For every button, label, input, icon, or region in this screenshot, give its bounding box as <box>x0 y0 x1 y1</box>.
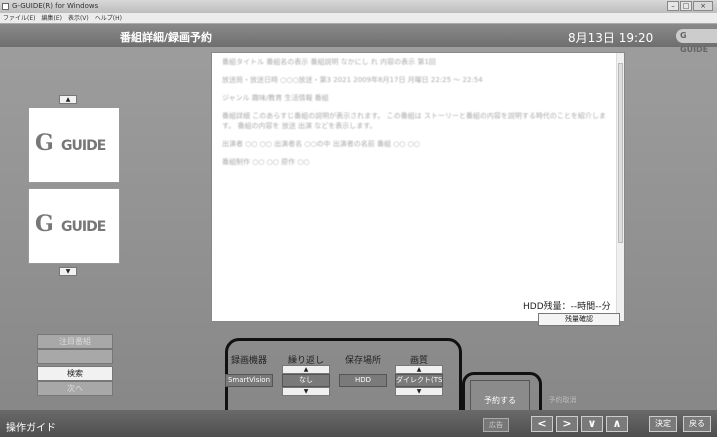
right-arrow-icon[interactable]: > <box>556 416 578 432</box>
program-thumbnail[interactable]: G GUIDE <box>28 188 120 264</box>
thumbnail-logo-text: GUIDE <box>61 138 106 154</box>
g-logo-icon: G <box>35 211 54 237</box>
menu-help[interactable]: ヘルプ(H) <box>95 13 122 23</box>
check-remaining-button[interactable]: 残量確認 <box>538 313 620 326</box>
menu-bar: ファイル(E) 編集(E) 表示(V) ヘルプ(H) <box>0 13 717 24</box>
enter-button[interactable]: 決定 <box>649 416 677 432</box>
header-bar: 番組詳細/録画予約 8月13日 19:20 G GUIDE <box>0 24 717 54</box>
app-icon <box>2 3 9 10</box>
app-main: 番組詳細/録画予約 8月13日 19:20 G GUIDE ▲ G GUIDE … <box>0 24 717 437</box>
g-logo-icon: G <box>35 130 54 156</box>
next-button[interactable]: 次へ <box>37 381 113 396</box>
operation-guide: 操作ガイド <box>6 423 56 434</box>
quality-column: 画質 ▲ ダイレクト(TS) ▼ <box>394 353 444 396</box>
gguide-logo: G GUIDE <box>676 29 717 54</box>
left-arrow-icon[interactable]: < <box>531 416 553 432</box>
program-thumbnail[interactable]: G GUIDE <box>28 107 120 183</box>
window-title: G-GUIDE(R) for Windows <box>12 2 99 10</box>
featured-button[interactable]: 注目番組 <box>37 334 113 349</box>
menu-view[interactable]: 表示(V) <box>68 13 89 23</box>
quality-value[interactable]: ダイレクト(TS) <box>395 374 443 387</box>
down-arrow-icon[interactable]: ∨ <box>581 416 603 432</box>
minimize-button[interactable]: – <box>667 1 679 11</box>
recorder-label: 録画機器 <box>230 356 267 366</box>
detail-paragraph: 放送局・放送日時 ○○○放送・第3 2021 2009年8月17日 月曜日 22… <box>222 76 483 84</box>
detail-scrollbar[interactable] <box>616 53 624 321</box>
blank-button[interactable] <box>37 349 113 364</box>
footer-bar: 操作ガイド 広告 < > ∨ ∧ 決定 戻る <box>0 410 717 437</box>
repeat-up-button[interactable]: ▲ <box>282 365 330 374</box>
recorder-column: 録画機器 SmartVision <box>224 353 274 387</box>
detail-paragraph: 番組詳細 このあらすじ番組の説明が表示されます。 この番組は ストーリーと番組の… <box>222 112 606 130</box>
back-button[interactable]: 戻る <box>683 416 711 432</box>
repeat-column: 繰り返し ▲ なし ▼ <box>281 353 331 396</box>
thumbnail-logo-text: GUIDE <box>61 219 106 235</box>
thumb-down-button[interactable]: ▼ <box>59 267 77 276</box>
quality-label: 画質 <box>409 356 428 366</box>
close-button[interactable]: × <box>693 1 713 11</box>
window-titlebar: G-GUIDE(R) for Windows – □ × <box>0 0 717 13</box>
quality-up-button[interactable]: ▲ <box>395 365 443 374</box>
up-arrow-icon[interactable]: ∧ <box>606 416 628 432</box>
storage-label: 保存場所 <box>344 356 381 366</box>
datetime: 8月13日 19:20 <box>568 31 654 45</box>
detail-paragraph: 出演者 ○○ ○○ 出演者名 ○○の中 出演者の名前 番組 ○○ ○○ <box>222 140 420 148</box>
program-detail-panel[interactable]: 番組タイトル 番組名の表示 番組説明 なかにし れ 内容の表示 第1回 放送局・… <box>211 52 625 322</box>
program-detail-text: 番組タイトル 番組名の表示 番組説明 なかにし れ 内容の表示 第1回 放送局・… <box>222 57 612 175</box>
detail-paragraph: ジャンル 趣味/教育 生活情報 番組 <box>222 94 329 102</box>
repeat-down-button[interactable]: ▼ <box>282 387 330 396</box>
search-button[interactable]: 検索 <box>37 366 113 381</box>
menu-file[interactable]: ファイル(E) <box>3 13 35 23</box>
storage-value[interactable]: HDD <box>339 374 387 387</box>
quality-down-button[interactable]: ▼ <box>395 387 443 396</box>
repeat-value[interactable]: なし <box>282 374 330 387</box>
window-controls: – □ × <box>666 1 713 11</box>
repeat-label: 繰り返し <box>287 356 324 366</box>
detail-paragraph: 番組制作 ○○ ○○ 原作 ○○ <box>222 158 310 166</box>
maximize-button[interactable]: □ <box>680 1 692 11</box>
page-title: 番組詳細/録画予約 <box>120 31 213 44</box>
hdd-remaining: HDD残量：--時間--分 <box>523 302 611 312</box>
ad-button[interactable]: 広告 <box>483 418 509 432</box>
scrollbar-thumb[interactable] <box>618 63 623 243</box>
menu-edit[interactable]: 編集(E) <box>41 13 61 23</box>
thumb-up-button[interactable]: ▲ <box>59 95 77 104</box>
thumbnail-panel: ▲ G GUIDE G GUIDE ▼ <box>24 95 120 295</box>
detail-paragraph: 番組タイトル 番組名の表示 番組説明 なかにし れ 内容の表示 第1回 <box>222 58 436 66</box>
recorder-value[interactable]: SmartVision <box>225 374 273 387</box>
storage-column: 保存場所 HDD <box>338 353 388 387</box>
